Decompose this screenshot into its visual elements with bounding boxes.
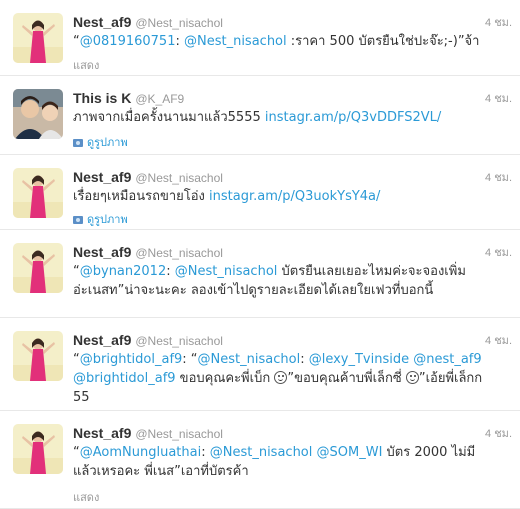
expand-tweet-link[interactable]: แสดง: [73, 56, 99, 74]
mention-link[interactable]: @lexy_Tvinside: [309, 352, 409, 367]
author-name[interactable]: Nest_af9: [73, 425, 131, 441]
tweet-text: “@AomNungluathai: @Nest_nisachol @SOM_WI…: [73, 443, 493, 481]
smiley-emoji-icon: [274, 371, 288, 384]
tweet-timeline: Nest_af9 @Nest_nisachol 4 ชม. “@0819160751:…: [0, 0, 520, 509]
smiley-emoji-icon: [405, 371, 419, 384]
tweet-header: Nest_af9 @Nest_nisachol: [73, 330, 520, 350]
mention-link[interactable]: @SOM_WI: [317, 445, 383, 460]
action-label: ดูรูปภาพ: [87, 213, 128, 226]
tweet-text-segment: :: [201, 445, 210, 460]
tweet-text: เรื่อยๆเหมือนรถขายโอ่ง instagr.am/p/Q3uo…: [73, 187, 493, 206]
author-handle[interactable]: @Nest_nisachol: [135, 171, 223, 185]
tweet-timestamp[interactable]: 4 ชม.: [485, 13, 512, 31]
author-handle[interactable]: @K_AF9: [135, 92, 184, 106]
author-name[interactable]: Nest_af9: [73, 14, 131, 30]
tweet-item[interactable]: Nest_af9 @Nest_nisachol 4 ชม. “@bynan2012: …: [0, 230, 520, 318]
tweet-timestamp[interactable]: 4 ชม.: [485, 89, 512, 107]
tweet-header: This is K @K_AF9: [73, 88, 520, 108]
action-label: แสดง: [73, 59, 100, 72]
tweet-item[interactable]: Nest_af9 @Nest_nisachol 4 ชม. “@0819160751:…: [0, 0, 520, 76]
tweet-header: Nest_af9 @Nest_nisachol: [73, 167, 520, 187]
tweet-timestamp[interactable]: 4 ชม.: [485, 331, 512, 349]
tweet-item[interactable]: Nest_af9 @Nest_nisachol 4 ชม. “@brightidol_…: [0, 318, 520, 411]
author-handle[interactable]: @Nest_nisachol: [135, 427, 223, 441]
tweet-text-segment: :ราคา 500 บัตรยืนใช่ปะจ๊ะ;-)”จ้า: [286, 34, 480, 49]
url-link[interactable]: instagr.am/p/Q3uokYsY4a/: [209, 189, 380, 204]
author-handle[interactable]: @Nest_nisachol: [135, 334, 223, 348]
tweet-text-segment: : “: [182, 352, 198, 367]
tweet-text-segment: ภาพจากเมื่อครั้งนานมาแล้ว5555: [73, 110, 265, 125]
tweet-item[interactable]: Nest_af9 @Nest_nisachol 4 ชม. “@AomNungluat…: [0, 411, 520, 509]
tweet-text-segment: “: [73, 352, 80, 367]
url-link[interactable]: instagr.am/p/Q3vDDFS2VL/: [265, 110, 441, 125]
author-handle[interactable]: @Nest_nisachol: [135, 16, 223, 30]
tweet-header: Nest_af9 @Nest_nisachol: [73, 12, 520, 32]
tweet-text: ภาพจากเมื่อครั้งนานมาแล้ว5555 instagr.am…: [73, 108, 493, 127]
mention-link[interactable]: @Nest_nisachol: [175, 264, 278, 279]
mention-link[interactable]: @Nest_nisachol: [184, 34, 287, 49]
tweet-text: “@brightidol_af9: “@Nest_nisachol: @lexy…: [73, 350, 493, 407]
tweet-item[interactable]: Nest_af9 @Nest_nisachol 4 ชม. เรื่อยๆเหมือน…: [0, 155, 520, 230]
tweet-timestamp[interactable]: 4 ชม.: [485, 243, 512, 261]
tweet-text-segment: :: [300, 352, 309, 367]
avatar[interactable]: [13, 243, 63, 293]
tweet-text-segment: “: [73, 34, 80, 49]
action-label: ดูรูปภาพ: [87, 136, 128, 149]
avatar[interactable]: [13, 13, 63, 63]
tweet-text-segment: :: [175, 34, 184, 49]
avatar[interactable]: [13, 331, 63, 381]
author-name[interactable]: This is K: [73, 90, 131, 106]
action-label: แสดง: [73, 491, 100, 504]
tweet-item[interactable]: This is K @K_AF9 4 ชม. ภาพจากเมื่อครั้งนานม…: [0, 76, 520, 155]
photo-icon: [73, 216, 83, 224]
tweet-timestamp[interactable]: 4 ชม.: [485, 424, 512, 442]
tweet-text-segment: ขอบคุณคะพี่เบ็ก: [175, 371, 275, 386]
mention-link[interactable]: @bynan2012: [80, 264, 166, 279]
mention-link[interactable]: @brightidol_af9: [73, 371, 176, 386]
author-name[interactable]: Nest_af9: [73, 169, 131, 185]
mention-link[interactable]: @0819160751: [80, 34, 176, 49]
avatar[interactable]: [13, 168, 63, 218]
author-handle[interactable]: @Nest_nisachol: [135, 246, 223, 260]
tweet-text-segment: ”ขอบคุณค้าบพี่เล็กซี่: [287, 371, 406, 386]
avatar[interactable]: [13, 89, 63, 139]
mention-link[interactable]: @AomNungluathai: [80, 445, 201, 460]
expand-tweet-link[interactable]: แสดง: [73, 488, 99, 506]
view-photo-link[interactable]: ดูรูปภาพ: [73, 210, 128, 228]
mention-link[interactable]: @Nest_nisachol: [210, 445, 313, 460]
mention-link[interactable]: @nest_af9: [413, 352, 481, 367]
mention-link[interactable]: @brightidol_af9: [80, 352, 183, 367]
tweet-timestamp[interactable]: 4 ชม.: [485, 168, 512, 186]
avatar[interactable]: [13, 424, 63, 474]
tweet-text-segment: “: [73, 264, 80, 279]
photo-icon: [73, 139, 83, 147]
tweet-text: “@0819160751: @Nest_nisachol :ราคา 500 บ…: [73, 32, 493, 51]
tweet-text-segment: “: [73, 445, 80, 460]
tweet-text-segment: เรื่อยๆเหมือนรถขายโอ่ง: [73, 189, 210, 204]
tweet-text-segment: :: [166, 264, 175, 279]
view-photo-link[interactable]: ดูรูปภาพ: [73, 133, 128, 151]
author-name[interactable]: Nest_af9: [73, 332, 131, 348]
author-name[interactable]: Nest_af9: [73, 244, 131, 260]
mention-link[interactable]: @Nest_nisachol: [198, 352, 301, 367]
tweet-header: Nest_af9 @Nest_nisachol: [73, 242, 520, 262]
tweet-text: “@bynan2012: @Nest_nisachol บัตรยืนเลยเย…: [73, 262, 493, 300]
tweet-header: Nest_af9 @Nest_nisachol: [73, 423, 520, 443]
